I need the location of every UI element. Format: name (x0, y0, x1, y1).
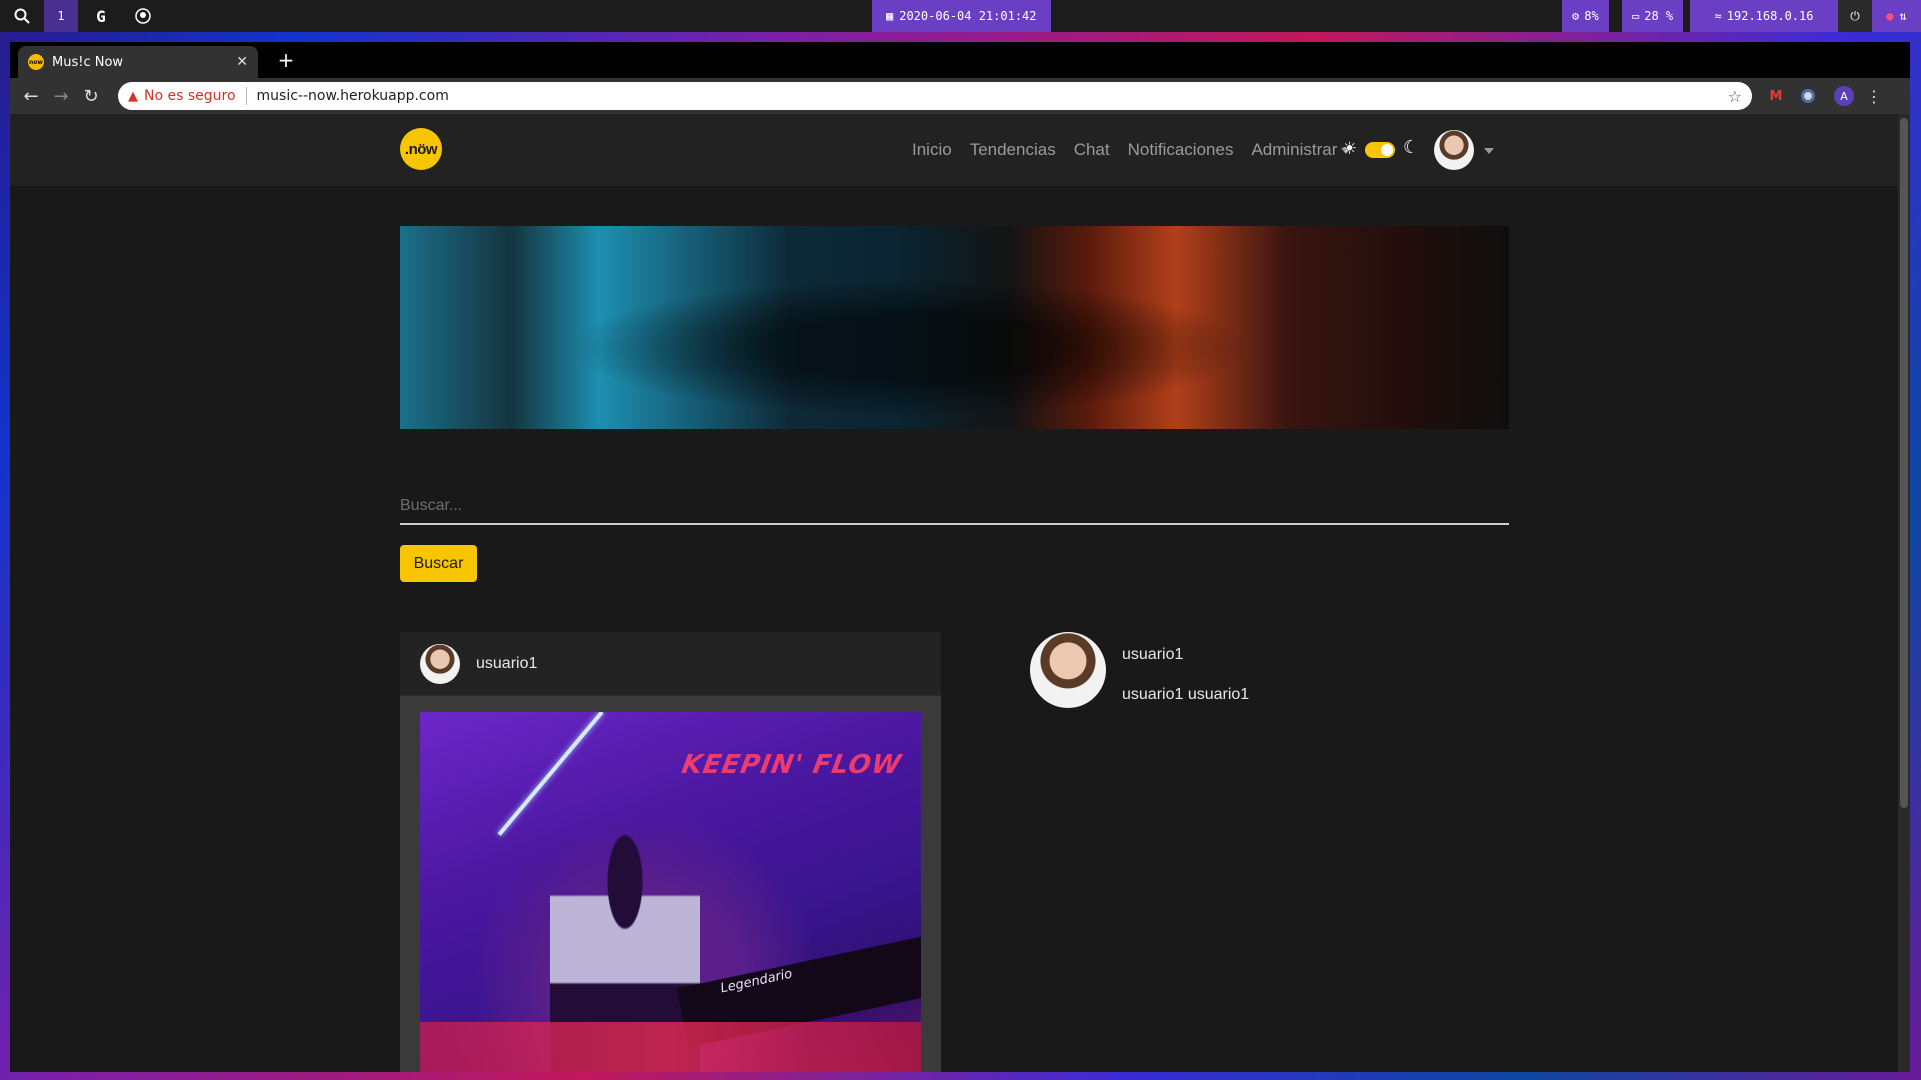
tab-strip: now Mus!c Now ✕ + (10, 42, 1910, 78)
bookmark-star-icon[interactable]: ☆ (1728, 87, 1742, 106)
profile-avatar[interactable] (1030, 632, 1106, 708)
tab-music-now[interactable]: now Mus!c Now ✕ (18, 46, 258, 78)
ip-value: 192.168.0.16 (1726, 9, 1814, 23)
cpu-indicator: ⚙ 8% (1562, 0, 1609, 32)
site-logo[interactable]: .nöw (400, 128, 442, 170)
security-warning[interactable]: ▲ No es seguro (128, 88, 236, 104)
post-card: usuario1 KEEPIN' FLOW Legendario (400, 632, 941, 1072)
moon-icon: ☾ (1403, 137, 1420, 158)
disk-indicator: ▭ 28 % (1622, 0, 1684, 32)
cpu-icon: ⚙ (1572, 9, 1580, 23)
workspace-number: 1 (57, 9, 65, 23)
firefox-icon: ● (1886, 9, 1894, 23)
post-image[interactable]: KEEPIN' FLOW Legendario (420, 712, 921, 1072)
tab-title: Mus!c Now (52, 54, 124, 70)
back-button[interactable]: ← (16, 81, 46, 111)
system-bar: 1 G ▦ 2020-06-04 21:01:42 ⚙ 8% ▭ 28 % ≈192… (0, 0, 1921, 32)
profile-full-name: usuario1 usuario1 (1122, 686, 1250, 703)
profile-username[interactable]: usuario1 (1122, 646, 1183, 664)
scrollbar-thumb[interactable] (1900, 118, 1908, 808)
banner-image (400, 226, 1509, 429)
gmail-extension-icon[interactable]: M (1764, 84, 1788, 108)
favicon-icon: now (28, 54, 44, 70)
nav-chat[interactable]: Chat (1074, 140, 1110, 160)
nav-tendencias[interactable]: Tendencias (970, 140, 1056, 160)
site-navbar: .nöw Inicio Tendencias Chat Notificacion… (10, 114, 1898, 186)
clock-text: 2020-06-04 21:01:42 (899, 9, 1037, 23)
close-tab-icon[interactable]: ✕ (236, 54, 248, 70)
user-avatar[interactable] (1434, 130, 1474, 170)
google-icon[interactable]: G (88, 0, 114, 32)
toggle-knob (1381, 144, 1393, 156)
page-scrollbar[interactable] (1898, 114, 1910, 1072)
url-text[interactable]: music--now.herokuapp.com (257, 88, 1728, 104)
nav-administrar: Administrar (1251, 140, 1338, 159)
page-viewport: .nöw Inicio Tendencias Chat Notificacion… (10, 114, 1910, 1072)
divider (245, 87, 247, 105)
wifi-icon: ≈ (1714, 9, 1722, 23)
network-indicator: ≈192.168.0.16 (1690, 0, 1838, 32)
tray-icons[interactable]: ● ⇅ (1872, 0, 1921, 32)
transfer-icon: ⇅ (1899, 9, 1907, 23)
browser-window: now Mus!c Now ✕ + ← → ↻ ▲ No es seguro m… (10, 42, 1910, 1072)
warning-icon: ▲ (128, 88, 138, 104)
profile-initial: A (1834, 86, 1854, 106)
workspace-indicator[interactable]: 1 (44, 0, 78, 32)
disk-value: 28 % (1644, 9, 1674, 23)
sun-icon: ☀ (1342, 139, 1358, 159)
address-bar[interactable]: ▲ No es seguro music--now.herokuapp.com … (118, 82, 1752, 110)
cpu-value: 8% (1584, 9, 1599, 23)
calendar-icon: ▦ (886, 9, 894, 23)
search-icon[interactable] (8, 0, 36, 32)
power-icon[interactable]: ⏻ (1838, 0, 1872, 32)
post-author-avatar[interactable] (420, 643, 460, 684)
browser-toolbar: ← → ↻ ▲ No es seguro music--now.herokuap… (10, 78, 1910, 114)
reload-button[interactable]: ↻ (76, 81, 106, 111)
nav-links: Inicio Tendencias Chat Notificaciones Ad… (912, 140, 1352, 160)
theme-toggle[interactable] (1365, 142, 1395, 158)
clock: ▦ 2020-06-04 21:01:42 (872, 0, 1051, 32)
banner-shade (400, 226, 1509, 429)
search-button[interactable]: Buscar (400, 545, 477, 582)
extension-icon[interactable] (1796, 84, 1820, 108)
user-menu-chevron-icon[interactable] (1484, 148, 1494, 154)
nav-notificaciones[interactable]: Notificaciones (1128, 140, 1234, 160)
security-label: No es seguro (144, 88, 236, 104)
image-title: KEEPIN' FLOW (678, 750, 904, 780)
post-author-name[interactable]: usuario1 (476, 655, 537, 673)
nav-administrar-dropdown[interactable]: Administrar (1251, 140, 1352, 160)
menu-kebab-icon[interactable]: ⋮ (1862, 84, 1886, 108)
logo-text: .nöw (404, 140, 438, 158)
disk-icon: ▭ (1632, 9, 1640, 23)
forward-button[interactable]: → (46, 81, 76, 111)
profile-button[interactable]: A (1832, 84, 1856, 108)
led-strip (497, 712, 604, 836)
post-header: usuario1 (400, 632, 941, 696)
post-body: KEEPIN' FLOW Legendario (400, 696, 941, 1072)
github-icon[interactable] (130, 0, 156, 32)
floor-shape (420, 1022, 921, 1072)
nav-inicio[interactable]: Inicio (912, 140, 952, 160)
new-tab-button[interactable]: + (272, 46, 300, 74)
search-input[interactable] (400, 489, 1509, 525)
